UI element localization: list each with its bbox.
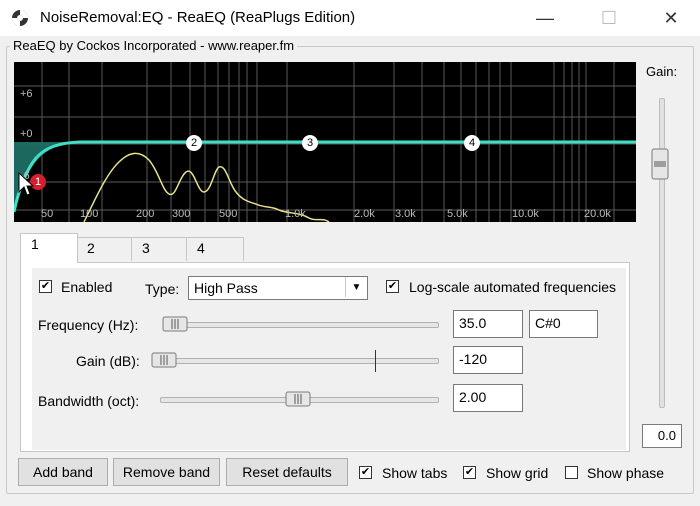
filter-type-select[interactable]: High Pass — [188, 276, 368, 300]
show-phase-checkbox[interactable] — [565, 466, 578, 479]
band-node-3[interactable]: 3 — [302, 135, 318, 151]
freq-label: 200 — [136, 208, 155, 220]
gain-slider-track[interactable] — [659, 98, 665, 408]
title-bar: NoiseRemoval:EQ - ReaEQ (ReaPlugs Editio… — [0, 0, 700, 36]
bandwidth-input[interactable]: 2.00 — [453, 384, 523, 412]
enabled-label: Enabled — [61, 279, 113, 295]
gain-label: Gain: — [646, 64, 678, 79]
check-icon: ✔ — [360, 466, 371, 478]
band-gain-input[interactable]: -120 — [453, 346, 523, 374]
band-gain-slider-track[interactable] — [152, 358, 439, 364]
freq-label: 2.0k — [354, 208, 375, 220]
db-label-plus6: +6 — [20, 88, 33, 100]
close-button[interactable]: ✕ — [648, 0, 694, 36]
maximize-button[interactable]: ☐ — [586, 0, 632, 36]
freq-label: 1.0k — [285, 208, 306, 220]
gain-value-field[interactable]: 0.0 — [642, 424, 682, 448]
frequency-input[interactable]: 35.0 — [453, 310, 523, 338]
group-label: ReaEQ by Cockos Incorporated - www.reape… — [10, 38, 298, 53]
show-grid-checkbox[interactable]: ✔ — [463, 466, 476, 479]
tab-band-2[interactable]: 2 — [76, 237, 132, 261]
close-icon: ✕ — [663, 7, 679, 28]
maximize-icon: ☐ — [600, 7, 618, 28]
reset-defaults-button[interactable]: Reset defaults — [226, 458, 348, 486]
tab-band-4[interactable]: 4 — [186, 237, 244, 261]
add-band-button[interactable]: Add band — [18, 458, 108, 486]
check-icon: ✔ — [40, 280, 51, 292]
eq-graph-canvas — [14, 62, 636, 222]
freq-label: 10.0k — [512, 208, 539, 220]
frequency-label: Frequency (Hz): — [38, 317, 139, 333]
bandwidth-slider-thumb[interactable] — [285, 391, 311, 407]
freq-label: 100 — [80, 208, 99, 220]
remove-band-button[interactable]: Remove band — [113, 458, 220, 486]
type-label: Type: — [145, 281, 180, 297]
show-tabs-checkbox[interactable]: ✔ — [359, 466, 372, 479]
freq-label: 20.0k — [584, 208, 611, 220]
freq-label: 300 — [172, 208, 191, 220]
window-title: NoiseRemoval:EQ - ReaEQ (ReaPlugs Editio… — [40, 9, 356, 26]
band-node-4[interactable]: 4 — [464, 135, 480, 151]
band-gain-slider-thumb[interactable] — [151, 352, 177, 368]
tab-band-1[interactable]: 1 — [20, 233, 78, 263]
show-tabs-label: Show tabs — [382, 465, 448, 481]
frequency-slider-thumb[interactable] — [162, 316, 188, 332]
reaper-app-icon — [12, 10, 28, 26]
show-grid-label: Show grid — [486, 465, 549, 481]
bandwidth-label: Bandwidth (oct): — [38, 393, 140, 409]
band-gain-center-tick — [375, 350, 376, 372]
tab-band-3[interactable]: 3 — [131, 237, 187, 261]
band-gain-label: Gain (dB): — [76, 353, 140, 369]
gain-slider-thumb[interactable] — [651, 148, 669, 180]
mouse-cursor-icon — [18, 172, 34, 196]
freq-label: 50 — [41, 208, 54, 220]
freq-label: 500 — [219, 208, 238, 220]
freq-label: 5.0k — [447, 208, 468, 220]
show-phase-label: Show phase — [587, 465, 665, 481]
check-icon: ✔ — [464, 466, 475, 478]
minimize-icon: — — [536, 7, 554, 28]
check-icon: ✔ — [387, 280, 398, 292]
minimize-button[interactable]: — — [522, 0, 568, 36]
logscale-label: Log-scale automated frequencies — [409, 279, 617, 295]
enabled-checkbox[interactable]: ✔ — [39, 280, 52, 293]
freq-label: 3.0k — [395, 208, 416, 220]
frequency-slider-track[interactable] — [163, 322, 439, 328]
logscale-checkbox[interactable]: ✔ — [386, 280, 399, 293]
eq-graph[interactable]: +6 +0 -6 50 100 200 300 500 1.0k 2.0k 3.… — [14, 62, 636, 222]
band-node-2[interactable]: 2 — [186, 135, 202, 151]
chevron-down-icon[interactable]: ▼ — [345, 277, 367, 297]
db-label-zero: +0 — [20, 128, 33, 140]
note-input[interactable]: C#0 — [529, 310, 598, 338]
